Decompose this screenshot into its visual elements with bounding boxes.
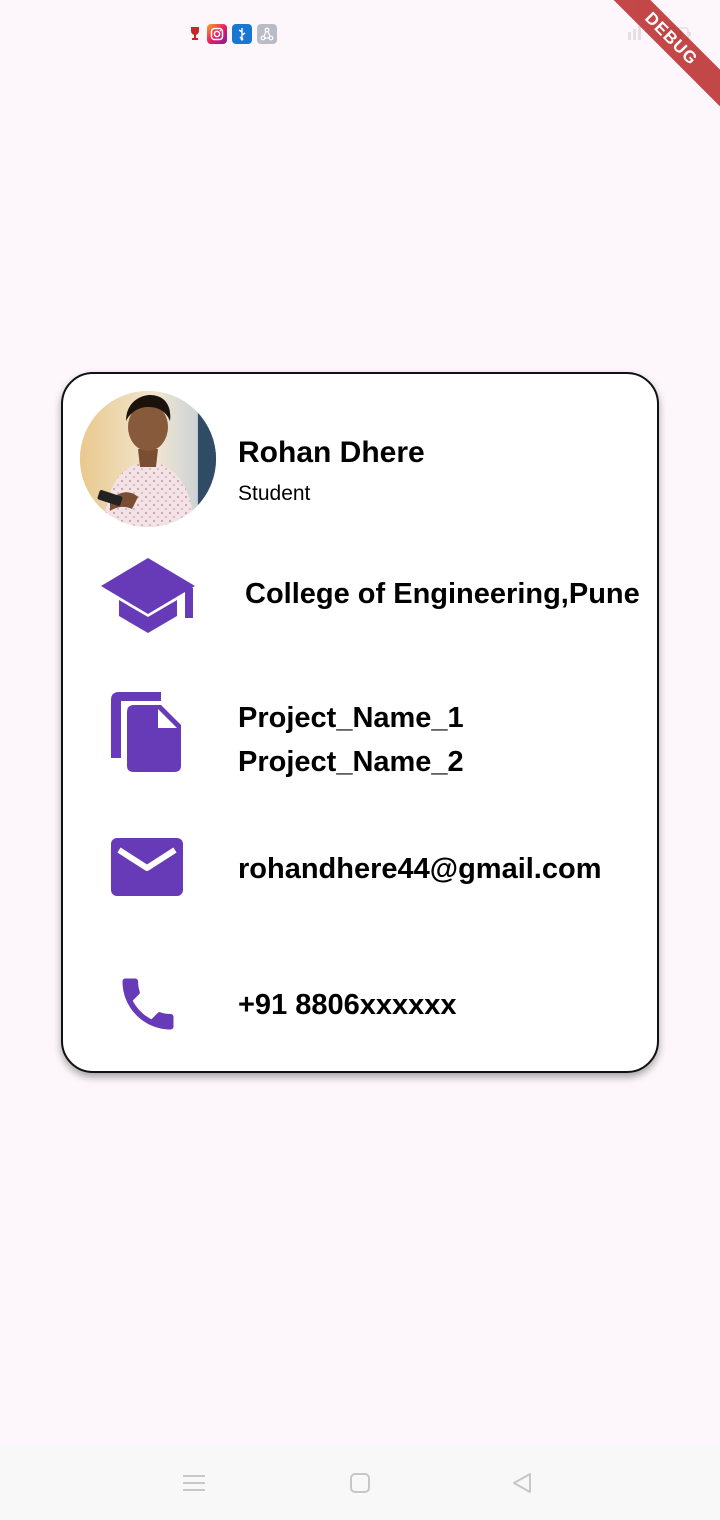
phone-icon [113, 970, 183, 1038]
profile-name: Rohan Dhere [238, 436, 425, 469]
status-icons [188, 24, 277, 44]
project-item-1: Project_Name_1 [238, 702, 464, 734]
home-icon[interactable] [347, 1470, 373, 1496]
mail-icon [111, 838, 185, 898]
email-address: rohandhere44@gmail.com [238, 853, 602, 885]
graduation-cap-icon [101, 556, 197, 636]
project-item-2: Project_Name_2 [238, 746, 464, 778]
trophy-icon [188, 24, 202, 44]
file-copy-icon [111, 692, 183, 774]
project-list: Project_Name_1 Project_Name_2 [238, 696, 464, 784]
status-bar [0, 0, 720, 70]
usb-icon [232, 24, 252, 44]
back-icon[interactable] [509, 1470, 535, 1496]
menu-icon[interactable] [181, 1470, 207, 1496]
profile-card: Rohan Dhere Student College of Engineeri… [61, 372, 659, 1073]
share-icon [257, 24, 277, 44]
phone-number: +91 8806xxxxxx [238, 989, 457, 1021]
profile-role: Student [238, 482, 311, 505]
avatar [80, 391, 216, 527]
navigation-bar [0, 1444, 720, 1520]
college-name: College of Engineering,Pune [245, 578, 640, 610]
instagram-icon [207, 24, 227, 44]
